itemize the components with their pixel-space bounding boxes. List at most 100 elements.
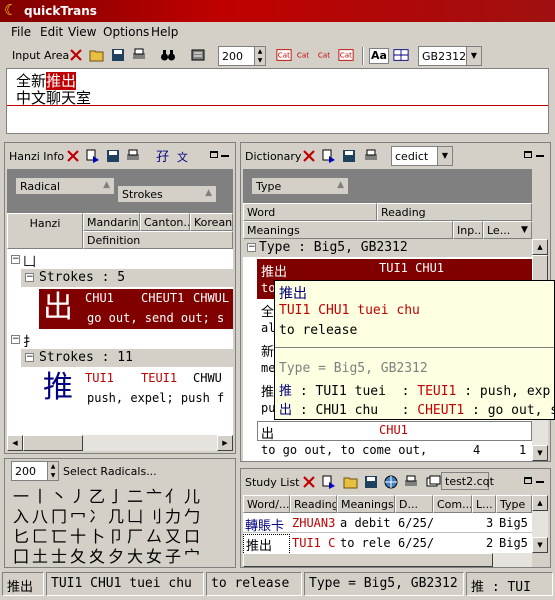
- select-radicals-label[interactable]: Select Radicals...: [63, 465, 157, 478]
- print-icon[interactable]: [125, 148, 141, 164]
- stepper-arrows-icon[interactable]: ▲ ▼: [47, 462, 58, 480]
- encoding-select[interactable]: GB2312 ▼: [418, 46, 482, 66]
- globe-icon[interactable]: [383, 474, 399, 490]
- chevron-down-icon[interactable]: ▼: [437, 147, 452, 165]
- minimize-icon[interactable]: [221, 155, 229, 157]
- copy-icon[interactable]: [321, 474, 337, 490]
- menu-view[interactable]: View: [68, 25, 96, 39]
- hanzi-korean: CHWU: [193, 371, 222, 385]
- print-icon[interactable]: [403, 474, 419, 490]
- print-icon[interactable]: [363, 148, 379, 164]
- menu-options[interactable]: Options: [103, 25, 149, 39]
- minimize-icon[interactable]: [536, 481, 544, 483]
- book-icon[interactable]: [190, 47, 206, 63]
- table-row[interactable]: 轉賬卡 ZHUAN3 a debit 6/25/ 3 Big5: [243, 513, 532, 534]
- scroll-up-icon[interactable]: ▲: [532, 239, 548, 255]
- window-title: quickTrans: [24, 4, 97, 18]
- col-meanings[interactable]: Meanings: [337, 495, 395, 513]
- save-icon[interactable]: [110, 47, 126, 63]
- dictionary-source-select[interactable]: cedict ▼: [391, 146, 453, 166]
- col-hanzi[interactable]: Hanzi: [7, 213, 83, 249]
- menu-file[interactable]: File: [11, 25, 31, 39]
- col-korean[interactable]: Korean: [190, 213, 233, 231]
- sort-radical-button[interactable]: Radical ▲: [15, 177, 115, 195]
- col-reading[interactable]: Reading: [290, 495, 337, 513]
- col-word[interactable]: Word/...: [243, 495, 290, 513]
- col-type[interactable]: Type: [496, 495, 532, 513]
- abc-tool-icon[interactable]: 文: [177, 148, 193, 164]
- minimize-icon[interactable]: [536, 155, 544, 157]
- collapse-icon[interactable]: −: [25, 353, 34, 362]
- scroll-thumb[interactable]: [23, 435, 83, 451]
- menu-help[interactable]: Help: [151, 25, 178, 39]
- restore-icon[interactable]: [210, 151, 218, 158]
- scroll-thumb[interactable]: [243, 553, 493, 567]
- copy-icon[interactable]: [321, 148, 337, 164]
- binoculars-icon[interactable]: [160, 47, 176, 63]
- collapse-icon[interactable]: −: [25, 273, 34, 282]
- radical-row[interactable]: 囗土士夂夊夕大女子宀: [13, 543, 203, 567]
- cat-icon-3[interactable]: Cat: [317, 47, 335, 63]
- save-icon[interactable]: [105, 148, 121, 164]
- col-level[interactable]: L...: [472, 495, 496, 513]
- scroll-down-icon[interactable]: ▼: [532, 537, 548, 553]
- cat-icon-2[interactable]: Cat: [296, 47, 314, 63]
- col-comment[interactable]: Com...: [433, 495, 472, 513]
- menu-edit[interactable]: Edit: [40, 25, 63, 39]
- col-reading[interactable]: Reading: [377, 203, 532, 221]
- print-icon[interactable]: [131, 47, 147, 63]
- col-date[interactable]: D...: [395, 495, 433, 513]
- sort-down-icon[interactable]: ▼: [521, 225, 528, 235]
- cards-icon[interactable]: [425, 474, 441, 490]
- table-row[interactable]: 推出 TUI1 C to rele 6/25/ 2 Big5: [243, 533, 532, 555]
- sort-type-button[interactable]: Type ▲: [251, 177, 349, 195]
- cat-icon-4[interactable]: Cat: [338, 47, 356, 63]
- col-definition[interactable]: Definition: [83, 231, 233, 249]
- scroll-up-icon[interactable]: ▲: [532, 495, 548, 511]
- input-area[interactable]: 全新推出 中文聊天室: [6, 68, 549, 134]
- col-meanings[interactable]: Meanings: [243, 221, 453, 239]
- close-icon[interactable]: [65, 148, 81, 164]
- scroll-left-icon[interactable]: ◀: [7, 435, 23, 451]
- status-meaning: to release: [206, 572, 302, 596]
- status-char-info: 推 : TUI: [466, 572, 553, 596]
- collapse-icon[interactable]: −: [247, 243, 256, 252]
- save-icon[interactable]: [341, 148, 357, 164]
- radical-size-stepper[interactable]: 200 ▲ ▼: [11, 461, 59, 481]
- title-bar[interactable]: ☾ quickTrans: [0, 0, 555, 22]
- font-aa-button[interactable]: Aa: [369, 48, 389, 64]
- close-icon[interactable]: [301, 474, 317, 490]
- col-cantonese[interactable]: Canton...: [140, 213, 190, 231]
- close-icon[interactable]: [68, 47, 84, 63]
- open-folder-icon[interactable]: [89, 47, 105, 63]
- sort-strokes-button[interactable]: Strokes ▲: [117, 185, 217, 203]
- input-divider: [7, 105, 548, 106]
- open-folder-icon[interactable]: [343, 474, 359, 490]
- col-word[interactable]: Word: [243, 203, 377, 221]
- cat-icon-1[interactable]: Cat: [276, 47, 294, 63]
- collapse-icon[interactable]: −: [11, 255, 20, 264]
- grid-icon[interactable]: [393, 47, 411, 63]
- hanzi-glyph-tui: 推: [43, 370, 73, 405]
- study-file-field[interactable]: test2.cqt: [441, 472, 494, 490]
- save-icon[interactable]: [363, 474, 379, 490]
- scroll-right-icon[interactable]: ▶: [217, 435, 233, 451]
- font-size-stepper[interactable]: 200 ▲ ▼: [218, 46, 266, 66]
- col-mandarin[interactable]: Mandarin: [83, 213, 140, 231]
- svg-text:Cat: Cat: [297, 51, 309, 60]
- restore-icon[interactable]: [524, 477, 532, 484]
- stepper-arrows-icon[interactable]: ▲ ▼: [254, 47, 265, 65]
- col-input[interactable]: Inp...: [453, 221, 483, 239]
- copy-icon[interactable]: [85, 148, 101, 164]
- study-vscrollbar[interactable]: ▲ ▼: [532, 495, 548, 553]
- study-hscrollbar[interactable]: [243, 553, 532, 567]
- radicals-panel: 200 ▲ ▼ Select Radicals... 一丨丶丿乙亅二亠亻儿 入八冂…: [4, 458, 236, 568]
- chevron-down-icon[interactable]: ▼: [466, 47, 481, 65]
- collapse-icon[interactable]: −: [11, 335, 20, 344]
- restore-icon[interactable]: [524, 151, 532, 158]
- hanzi-hscrollbar[interactable]: ◀ ▶: [7, 435, 233, 451]
- scroll-down-icon[interactable]: ▼: [532, 445, 548, 461]
- app-icon: ☾: [4, 1, 18, 19]
- close-icon[interactable]: [301, 148, 317, 164]
- radical-tool-icon[interactable]: 孖: [155, 148, 171, 165]
